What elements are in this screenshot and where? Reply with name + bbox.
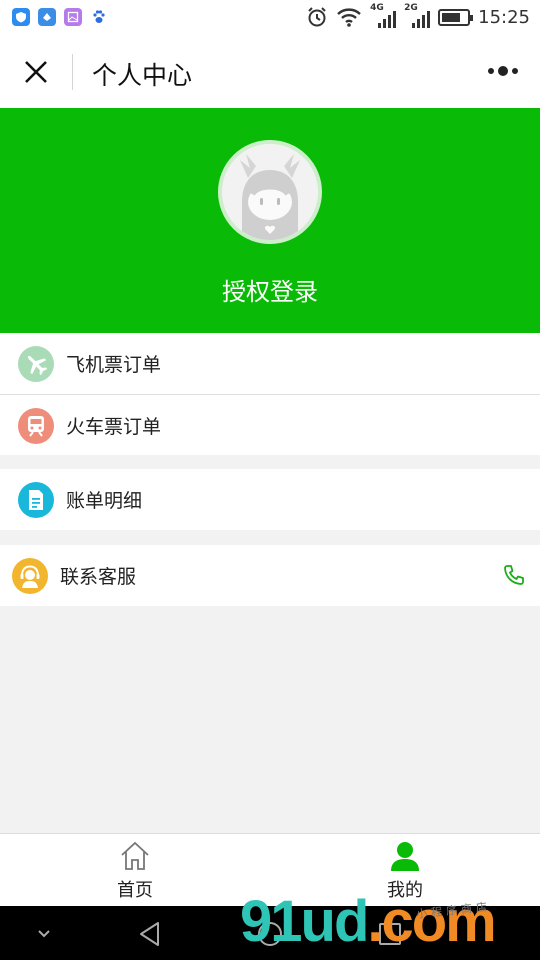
customer-service-icon <box>12 558 48 594</box>
list-item-label: 联系客服 <box>60 566 137 588</box>
user-icon <box>391 842 419 871</box>
list-item-flight-orders[interactable]: 飞机票订单 <box>0 333 540 394</box>
billing-group: 账单明细 <box>0 469 540 530</box>
baidu-paw-icon <box>90 8 108 26</box>
tab-home[interactable]: 首页 <box>0 834 270 907</box>
tab-label: 我的 <box>387 880 423 901</box>
battery-icon <box>438 8 474 26</box>
profile-header: 授权登录 <box>0 108 540 333</box>
close-icon[interactable] <box>22 58 50 86</box>
system-status: 4G 2G 15:25 <box>306 3 530 28</box>
nav-divider <box>72 54 73 90</box>
tab-label: 首页 <box>117 880 153 901</box>
signal-2g-icon: 2G <box>404 3 431 28</box>
home-icon <box>121 841 149 870</box>
airplane-icon <box>18 346 54 382</box>
recents-icon[interactable] <box>376 920 404 948</box>
document-icon <box>18 482 54 518</box>
list-item-bill-details[interactable]: 账单明细 <box>0 469 540 530</box>
back-icon[interactable] <box>136 920 164 948</box>
list-item-label: 账单明细 <box>66 490 143 512</box>
train-icon <box>18 408 54 444</box>
service-group: 联系客服 <box>0 545 540 606</box>
avatar-placeholder-icon[interactable] <box>218 140 322 244</box>
home-circle-icon[interactable] <box>256 920 284 948</box>
status-bar: 4G 2G 15:25 <box>0 0 540 38</box>
tab-mine[interactable]: 我的 <box>270 834 540 907</box>
shield-app-icon <box>12 8 30 26</box>
list-item-label: 火车票订单 <box>66 415 162 438</box>
order-group: 飞机票订单 火车票订单 <box>0 333 540 455</box>
notification-icons <box>12 8 108 26</box>
signal-4g-icon: 4G <box>370 3 397 28</box>
system-navigation-bar <box>0 906 540 960</box>
login-button[interactable]: 授权登录 <box>0 272 540 307</box>
alarm-icon <box>308 7 326 27</box>
wifi-icon <box>337 8 361 27</box>
collapse-icon[interactable] <box>30 920 58 948</box>
tab-bar: 首页 我的 <box>0 833 540 906</box>
list-item-contact-support[interactable]: 联系客服 <box>0 545 540 606</box>
more-dots-icon[interactable] <box>488 66 518 76</box>
list-item-label: 飞机票订单 <box>66 354 162 376</box>
mail-app-icon <box>38 8 56 26</box>
list-item-train-orders[interactable]: 火车票订单 <box>0 394 540 455</box>
page-title: 个人中心 <box>92 61 193 90</box>
clock: 15:25 <box>478 6 530 28</box>
gallery-app-icon <box>64 8 82 26</box>
phone-icon[interactable] <box>502 563 526 587</box>
navigation-bar: 个人中心 <box>0 38 540 108</box>
